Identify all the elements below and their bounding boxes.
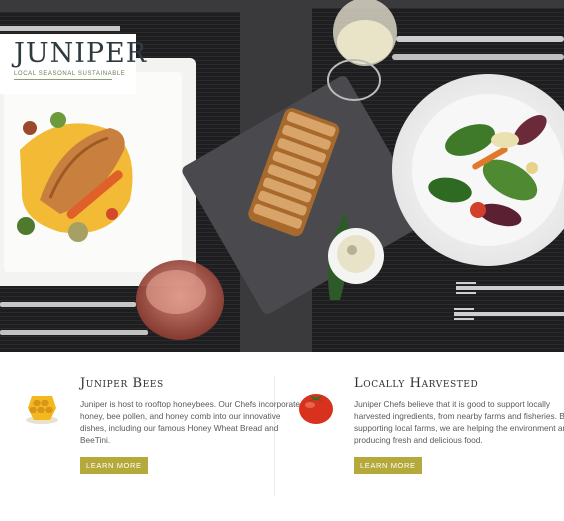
logo-rule	[14, 79, 112, 80]
feature-title: Locally Harvested	[354, 376, 479, 391]
features-section: Juniper Bees Juniper is host to rooftop …	[0, 352, 564, 521]
learn-more-button[interactable]: LEARN MORE	[80, 457, 148, 474]
logo[interactable]: JUNIPER LOCAL SEASONAL SUSTAINABLE	[0, 34, 148, 94]
feature-body: Juniper Chefs believe that it is good to…	[354, 399, 564, 445]
hero-image: JUNIPER LOCAL SEASONAL SUSTAINABLE	[0, 0, 564, 352]
feature-juniper-bees: Juniper Bees Juniper is host to rooftop …	[80, 376, 300, 474]
logo-wordmark: JUNIPER	[14, 38, 148, 69]
learn-more-button[interactable]: LEARN MORE	[354, 457, 422, 474]
feature-locally-harvested: Locally Harvested Juniper Chefs believe …	[354, 376, 564, 474]
honeycomb-icon	[26, 396, 58, 424]
tomato-icon	[299, 394, 333, 424]
feature-body: Juniper is host to rooftop honeybees. Ou…	[80, 399, 300, 445]
feature-title: Juniper Bees	[80, 376, 164, 391]
logo-tagline: LOCAL SEASONAL SUSTAINABLE	[14, 71, 126, 77]
